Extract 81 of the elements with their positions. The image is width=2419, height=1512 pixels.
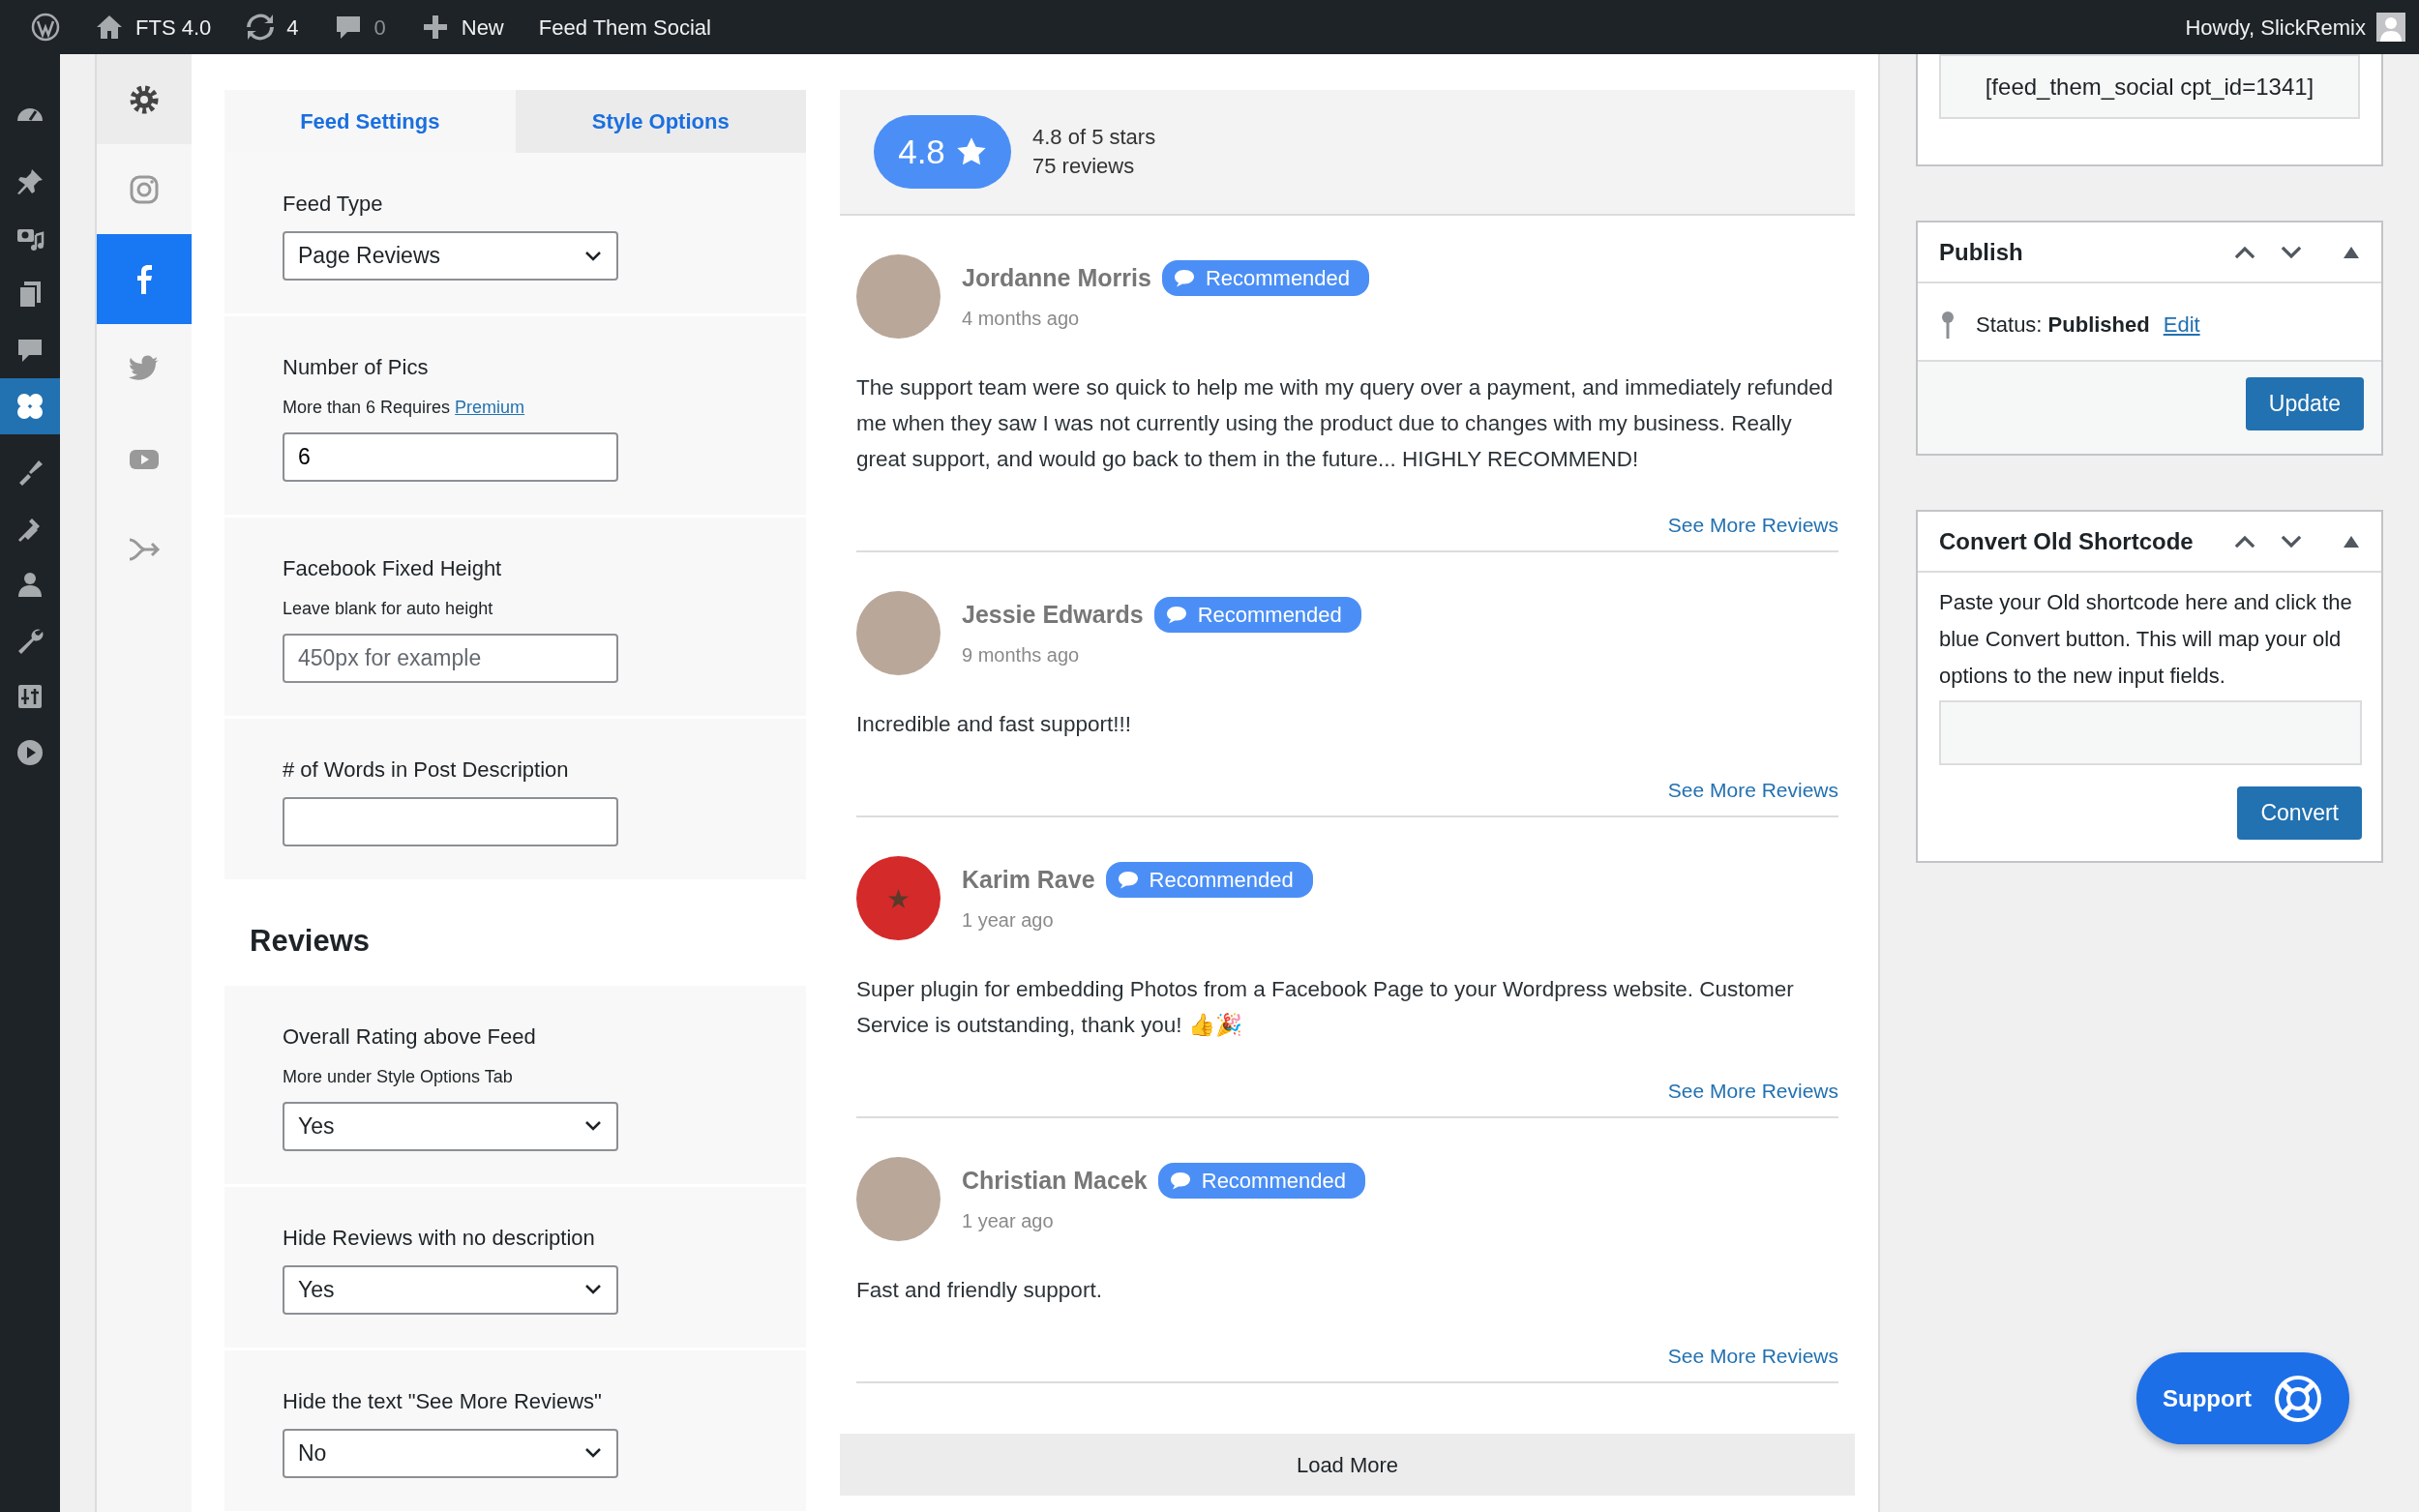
wordpress-logo-icon[interactable] bbox=[31, 13, 60, 42]
home-icon[interactable] bbox=[95, 13, 124, 42]
field-label: Feed Type bbox=[283, 191, 384, 218]
convert-button[interactable]: Convert bbox=[2237, 786, 2362, 840]
panel-title: Publish bbox=[1939, 237, 2023, 267]
settings-tab[interactable]: Feed Settings bbox=[224, 90, 516, 153]
toolbar-label[interactable]: New bbox=[461, 11, 504, 44]
shortcode-field[interactable]: [feed_them_social cpt_id=1341] bbox=[1939, 54, 2360, 119]
review-time: 9 months ago bbox=[962, 643, 1081, 668]
input-field[interactable]: 450px for example bbox=[283, 634, 618, 683]
see-more-link[interactable]: See More Reviews bbox=[1667, 1080, 1838, 1102]
pushpin-icon[interactable] bbox=[15, 167, 45, 196]
field-label: Overall Rating above Feed bbox=[283, 1023, 537, 1051]
collapse-triangle-icon[interactable] bbox=[2343, 245, 2360, 259]
toolbar-label[interactable]: FTS 4.0 bbox=[135, 11, 212, 44]
field-label: Hide Reviews with no description bbox=[283, 1224, 596, 1252]
sliders-icon[interactable] bbox=[15, 682, 45, 711]
pin-icon bbox=[1941, 310, 1955, 340]
edit-link[interactable]: Edit bbox=[2163, 309, 2200, 341]
speech-bubble-icon bbox=[1117, 870, 1139, 890]
dropdown[interactable]: Page Reviews bbox=[283, 231, 618, 281]
greeting-text[interactable]: Howdy, SlickRemix bbox=[2185, 11, 2366, 44]
collapse-triangle-icon[interactable] bbox=[2343, 534, 2360, 548]
toolbar-label[interactable]: 0 bbox=[373, 11, 386, 44]
field-label: Number of Pics bbox=[283, 354, 430, 381]
flag-avatar-icon bbox=[856, 856, 941, 940]
settings-tab[interactable]: Style Options bbox=[515, 90, 806, 153]
review-time: 4 months ago bbox=[962, 307, 1081, 332]
reviewer-name: Karim Rave bbox=[962, 864, 1095, 895]
refresh-icon[interactable] bbox=[246, 13, 276, 42]
see-more-link[interactable]: See More Reviews bbox=[1667, 514, 1838, 536]
four-petal-icon[interactable] bbox=[15, 392, 45, 421]
instructions-text: Paste your Old shortcode here and click the blue Convert button. This will map your old options to the new input fields. bbox=[1938, 589, 2353, 690]
update-button[interactable]: Update bbox=[2245, 377, 2364, 430]
user-icon[interactable] bbox=[15, 570, 45, 599]
dropdown[interactable]: Yes bbox=[283, 1101, 618, 1151]
feed-type-tab[interactable] bbox=[97, 234, 192, 324]
field-label: # of Words in Post Description bbox=[283, 756, 570, 784]
reviewer-name: Jordanne Morris bbox=[962, 262, 1151, 293]
field-hint: Leave blank for auto height bbox=[283, 598, 494, 620]
recommended-badge: Recommended bbox=[1153, 597, 1361, 633]
review-text: Incredible and fast support!!! bbox=[856, 711, 1132, 738]
toolbar-link[interactable]: Feed Them Social bbox=[538, 11, 711, 44]
input-field[interactable]: 6 bbox=[283, 432, 618, 482]
reviewer-name: Christian Macek bbox=[962, 1165, 1148, 1196]
recommended-badge: Recommended bbox=[1157, 1163, 1365, 1199]
dropdown[interactable]: No bbox=[283, 1428, 618, 1478]
premium-link[interactable]: Premium bbox=[455, 398, 525, 417]
see-more-link[interactable]: See More Reviews bbox=[1667, 1345, 1838, 1367]
input-field[interactable] bbox=[283, 797, 618, 846]
field-label: Facebook Fixed Height bbox=[283, 555, 503, 582]
rating-text: 4.8 of 5 stars bbox=[1032, 124, 1156, 151]
review-text: Fast and friendly support. bbox=[856, 1277, 1103, 1304]
field-label: Hide the text "See More Reviews" bbox=[283, 1387, 603, 1415]
panel-title: Convert Old Shortcode bbox=[1939, 526, 2194, 556]
toolbar-label[interactable]: 4 bbox=[286, 11, 299, 44]
shortcode-input[interactable] bbox=[1939, 700, 2362, 765]
play-icon[interactable] bbox=[15, 738, 45, 767]
star-icon bbox=[955, 136, 987, 167]
status-text: Status: Published bbox=[1976, 311, 2150, 339]
rating-badge: 4.8 bbox=[874, 115, 1011, 189]
recommended-badge: Recommended bbox=[1161, 260, 1370, 296]
section-heading: Reviews bbox=[249, 923, 372, 960]
speech-bubble-icon bbox=[1169, 1171, 1191, 1191]
review-count: 75 reviews bbox=[1032, 153, 1136, 180]
feed-type-tab[interactable] bbox=[97, 54, 192, 144]
recommended-badge: Recommended bbox=[1105, 862, 1313, 898]
review-time: 1 year ago bbox=[962, 1209, 1055, 1234]
speech-bubble-icon bbox=[1173, 268, 1195, 288]
review-time: 1 year ago bbox=[962, 908, 1055, 934]
reviewer-name: Jessie Edwards bbox=[962, 599, 1144, 630]
load-more-button[interactable]: Load More bbox=[840, 1434, 1855, 1496]
field-hint: More than 6 Requires Premium bbox=[283, 397, 526, 419]
support-button[interactable]: Support bbox=[2136, 1352, 2349, 1444]
see-more-link[interactable]: See More Reviews bbox=[1667, 779, 1838, 801]
review-text: Super plugin for embedding Photos from a Facebook Page to your Wordpress website. Customer Service is outstanding, thank you! 👍🎉 bbox=[856, 976, 1795, 1039]
speech-bubble-icon bbox=[1165, 605, 1187, 625]
life-ring-icon bbox=[2273, 1373, 2323, 1424]
field-hint: More under Style Options Tab bbox=[283, 1065, 514, 1088]
dropdown[interactable]: Yes bbox=[283, 1264, 618, 1315]
review-text: The support team were so quick to help me with my query over a payment, and immediately refunded me when they saw I was not currently using the product due to changes with my business. Really great support, and would go back to them in the future... HIGHLY RECOMMEND! bbox=[856, 374, 1835, 473]
